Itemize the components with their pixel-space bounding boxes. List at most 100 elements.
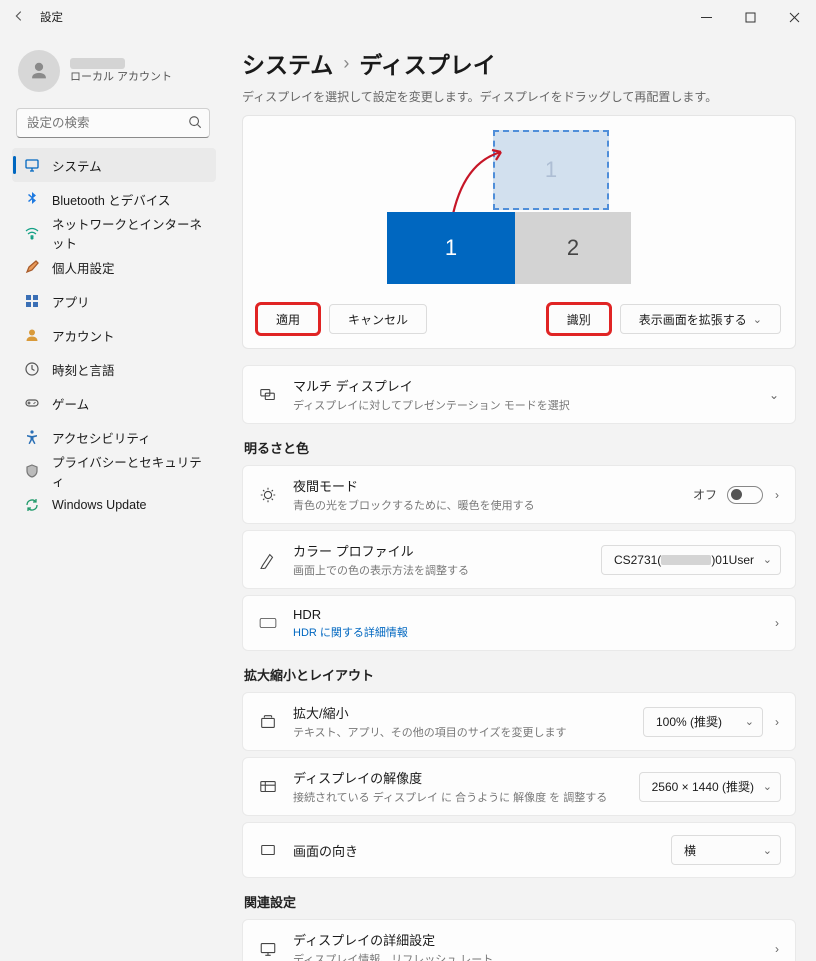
sidebar-item-label: プライバシーとセキュリティ <box>52 452 206 490</box>
redacted-text <box>661 555 711 565</box>
sidebar-item-accounts[interactable]: アカウント <box>12 318 216 352</box>
chevron-down-icon: ⌄ <box>753 313 762 326</box>
setting-subtitle: ディスプレイ情報、リフレッシュ レート <box>293 951 759 961</box>
page-description: ディスプレイを選択して設定を変更します。ディスプレイをドラッグして再配置します。 <box>242 88 796 105</box>
sidebar-item-personalization[interactable]: 個人用設定 <box>12 250 216 284</box>
display-box-1[interactable]: 1 <box>387 212 515 284</box>
drag-arrow-icon <box>445 142 515 222</box>
apply-button[interactable]: 適用 <box>257 304 319 334</box>
display-arrange-card: 1 1 2 適用 キャンセル 識別 表示画面を拡張する⌄ <box>242 115 796 349</box>
night-light-icon <box>257 486 279 504</box>
scale-select[interactable]: 100% (推奨)⌄ <box>643 707 763 737</box>
toggle-state: オフ <box>693 486 717 503</box>
chevron-down-icon: ⌄ <box>767 388 781 402</box>
chevron-right-icon: › <box>773 616 781 630</box>
search-icon <box>188 115 202 132</box>
setting-subtitle: テキスト、アプリ、その他の項目のサイズを変更します <box>293 724 629 740</box>
multi-display-row[interactable]: マルチ ディスプレイ ディスプレイに対してプレゼンテーション モードを選択 ⌄ <box>242 365 796 424</box>
avatar <box>18 50 60 92</box>
user-block[interactable]: ローカル アカウント <box>12 42 216 106</box>
sidebar: ローカル アカウント システム Bluetooth とデバイス ネットワークとイ… <box>0 34 218 961</box>
main-content: システム › ディスプレイ ディスプレイを選択して設定を変更します。ディスプレイ… <box>218 34 816 961</box>
sidebar-item-privacy[interactable]: プライバシーとセキュリティ <box>12 454 216 488</box>
setting-label: 夜間モード <box>293 476 679 495</box>
setting-label: マルチ ディスプレイ <box>293 376 753 395</box>
back-button[interactable] <box>8 9 30 26</box>
sidebar-item-time-language[interactable]: 時刻と言語 <box>12 352 216 386</box>
setting-label: 画面の向き <box>293 841 657 860</box>
orientation-row[interactable]: 画面の向き 横⌄ <box>242 822 796 878</box>
sidebar-item-gaming[interactable]: ゲーム <box>12 386 216 420</box>
scale-icon <box>257 713 279 731</box>
monitor-icon <box>257 940 279 958</box>
color-profile-row[interactable]: カラー プロファイル 画面上での色の表示方法を調整する CS2731()01Us… <box>242 530 796 589</box>
search-input[interactable] <box>16 108 210 138</box>
section-title-scale: 拡大縮小とレイアウト <box>244 665 796 684</box>
setting-label: カラー プロファイル <box>293 541 587 560</box>
resolution-icon <box>257 778 279 796</box>
user-account-type: ローカル アカウント <box>70 71 172 85</box>
setting-subtitle: 接続されている ディスプレイ に 合うように 解像度 を 調整する <box>293 789 625 805</box>
sidebar-item-network[interactable]: ネットワークとインターネット <box>12 216 216 250</box>
game-icon <box>24 395 40 411</box>
color-profile-select[interactable]: CS2731()01User ⌄ <box>601 545 781 575</box>
sidebar-item-label: アクセシビリティ <box>52 428 151 447</box>
identify-button[interactable]: 識別 <box>548 304 610 334</box>
sidebar-item-bluetooth[interactable]: Bluetooth とデバイス <box>12 182 216 216</box>
sidebar-item-apps[interactable]: アプリ <box>12 284 216 318</box>
extend-display-dropdown[interactable]: 表示画面を拡張する⌄ <box>620 304 781 334</box>
apps-icon <box>24 293 40 309</box>
shield-icon <box>24 463 40 479</box>
section-title-related: 関連設定 <box>244 892 796 911</box>
titlebar: 設定 <box>0 0 816 34</box>
advanced-display-row[interactable]: ディスプレイの詳細設定 ディスプレイ情報、リフレッシュ レート › <box>242 919 796 961</box>
person-icon <box>24 327 40 343</box>
page-title: ディスプレイ <box>359 46 495 80</box>
bluetooth-icon <box>24 191 40 207</box>
sidebar-item-label: ゲーム <box>52 394 89 413</box>
setting-subtitle: 画面上での色の表示方法を調整する <box>293 562 587 578</box>
hdr-row[interactable]: HDR HDR に関する詳細情報 › <box>242 595 796 651</box>
resolution-select[interactable]: 2560 × 1440 (推奨)⌄ <box>639 772 781 802</box>
update-icon <box>24 497 40 513</box>
chevron-down-icon: ⌄ <box>745 715 754 728</box>
maximize-button[interactable] <box>728 0 772 34</box>
close-button[interactable] <box>772 0 816 34</box>
search-box[interactable] <box>16 108 210 138</box>
accessibility-icon <box>24 429 40 445</box>
chevron-right-icon: › <box>773 488 781 502</box>
setting-label: ディスプレイの詳細設定 <box>293 930 759 949</box>
minimize-button[interactable] <box>684 0 728 34</box>
sidebar-item-label: 時刻と言語 <box>52 360 115 379</box>
sidebar-item-accessibility[interactable]: アクセシビリティ <box>12 420 216 454</box>
sidebar-item-label: Windows Update <box>52 498 147 512</box>
chevron-right-icon: › <box>343 53 349 74</box>
night-light-row[interactable]: 夜間モード 青色の光をブロックするために、暖色を使用する オフ › <box>242 465 796 524</box>
setting-subtitle: 青色の光をブロックするために、暖色を使用する <box>293 497 679 513</box>
orientation-icon <box>257 841 279 859</box>
setting-label: 拡大/縮小 <box>293 703 629 722</box>
clock-globe-icon <box>24 361 40 377</box>
setting-subtitle: ディスプレイに対してプレゼンテーション モードを選択 <box>293 397 753 413</box>
sidebar-item-windows-update[interactable]: Windows Update <box>12 488 216 522</box>
user-name-redacted <box>70 58 125 69</box>
display-arrange-canvas[interactable]: 1 1 2 <box>257 128 781 298</box>
sidebar-item-label: ネットワークとインターネット <box>52 214 206 252</box>
nav: システム Bluetooth とデバイス ネットワークとインターネット 個人用設… <box>12 148 216 522</box>
scale-row[interactable]: 拡大/縮小 テキスト、アプリ、その他の項目のサイズを変更します 100% (推奨… <box>242 692 796 751</box>
sidebar-item-system[interactable]: システム <box>12 148 216 182</box>
night-light-toggle[interactable] <box>727 486 763 504</box>
display-box-2[interactable]: 2 <box>515 212 631 284</box>
hdr-info-link[interactable]: HDR に関する詳細情報 <box>293 624 759 640</box>
setting-label: ディスプレイの解像度 <box>293 768 625 787</box>
chevron-right-icon: › <box>773 715 781 729</box>
breadcrumb-root[interactable]: システム <box>242 46 333 80</box>
hdr-icon <box>257 614 279 632</box>
wifi-icon <box>24 225 40 241</box>
sidebar-item-label: アカウント <box>52 326 115 345</box>
resolution-row[interactable]: ディスプレイの解像度 接続されている ディスプレイ に 合うように 解像度 を … <box>242 757 796 816</box>
chevron-down-icon: ⌄ <box>763 780 772 793</box>
multi-display-icon <box>257 386 279 404</box>
orientation-select[interactable]: 横⌄ <box>671 835 781 865</box>
cancel-button[interactable]: キャンセル <box>329 304 427 334</box>
